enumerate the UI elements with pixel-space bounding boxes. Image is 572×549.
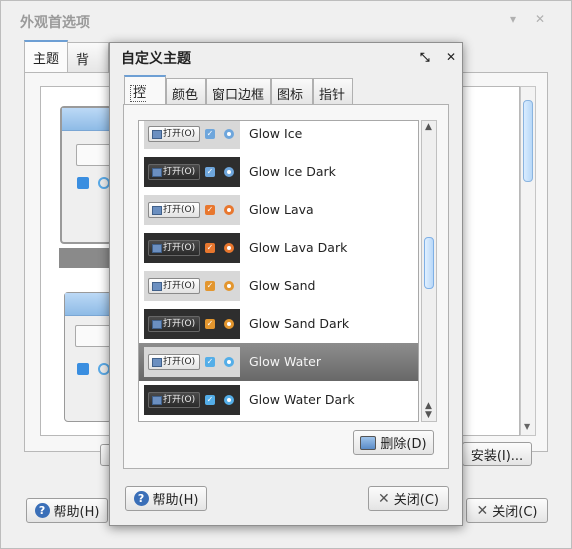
sample-open-button: 打开(O) xyxy=(148,126,200,142)
radio-icon xyxy=(224,319,234,329)
theme-row[interactable]: 打开(O) ✓ Glow Ice Dark xyxy=(139,153,418,191)
checkbox-icon: ✓ xyxy=(205,319,215,329)
sample-open-button: 打开(O) xyxy=(148,202,200,218)
scroll-down-icon[interactable]: ▼ xyxy=(425,411,432,420)
tab-colors[interactable]: 颜色 xyxy=(166,78,206,105)
theme-name: Glow Sand Dark xyxy=(249,316,350,331)
preview-titlebar xyxy=(65,293,111,316)
theme-row[interactable]: 打开(O) ✓ Glow Ice xyxy=(139,121,418,153)
selection-highlight xyxy=(59,248,111,268)
theme-swatch: 打开(O) ✓ xyxy=(144,121,240,149)
delete-button[interactable]: 删除(D) xyxy=(353,430,434,455)
checkbox-icon: ✓ xyxy=(205,129,215,139)
tab-theme[interactable]: 主题 xyxy=(24,40,68,72)
controls-theme-list[interactable]: 打开(O) ✓ Glow Ice 打开(O) ✓ Glow Ice Dark 打开(O) ✓ G… xyxy=(138,120,419,422)
sample-open-button: 打开(O) xyxy=(148,392,200,408)
radio-icon xyxy=(224,281,234,291)
theme-name: Glow Ice Dark xyxy=(249,164,336,179)
close-button[interactable]: ✕ 关闭(C) xyxy=(466,498,548,523)
minimize-icon[interactable]: ▾ xyxy=(510,12,524,26)
close-icon: ✕ xyxy=(378,490,390,507)
theme-swatch: 打开(O) ✓ xyxy=(144,157,240,187)
sample-open-button: 打开(O) xyxy=(148,316,200,332)
checkbox-icon: ✓ xyxy=(205,357,215,367)
theme-swatch: 打开(O) ✓ xyxy=(144,233,240,263)
theme-row[interactable]: 打开(O) ✓ Glow Water Dark xyxy=(139,381,418,419)
sample-open-button: 打开(O) xyxy=(148,354,200,370)
radio-icon xyxy=(224,395,234,405)
scroll-down-icon[interactable]: ▼ xyxy=(524,422,530,431)
restore-icon[interactable]: ⤡ xyxy=(420,50,430,65)
list-scrollbar-thumb[interactable] xyxy=(424,237,434,289)
preview-titlebar xyxy=(62,108,110,131)
close-icon[interactable]: ✕ xyxy=(535,12,549,26)
radio-icon xyxy=(224,129,234,139)
radio-icon xyxy=(224,167,234,177)
install-button[interactable]: 安装(I)... xyxy=(462,442,532,466)
checkbox-icon: ✓ xyxy=(205,167,215,177)
checkbox-icon xyxy=(77,177,89,189)
dialog-close-button[interactable]: ✕ 关闭(C) xyxy=(368,486,449,511)
theme-preview-card[interactable] xyxy=(64,292,115,422)
checkbox-icon: ✓ xyxy=(205,281,215,291)
theme-swatch: 打开(O) ✓ xyxy=(144,271,240,301)
radio-icon xyxy=(224,357,234,367)
checkbox-icon: ✓ xyxy=(205,243,215,253)
checkbox-icon: ✓ xyxy=(205,205,215,215)
tab-icons[interactable]: 图标 xyxy=(271,78,313,105)
scrollbar-thumb[interactable] xyxy=(523,100,533,182)
close-icon[interactable]: ✕ xyxy=(446,50,456,64)
theme-row[interactable]: 打开(O) ✓ Glow Lava Dark xyxy=(139,229,418,267)
tab-pointer[interactable]: 指针 xyxy=(313,78,353,105)
theme-name: Glow Water xyxy=(249,354,321,369)
radio-icon xyxy=(224,243,234,253)
theme-swatch: 打开(O) ✓ xyxy=(144,195,240,225)
theme-swatch: 打开(O) ✓ xyxy=(144,309,240,339)
theme-name: Glow Sand xyxy=(249,278,316,293)
theme-row[interactable]: 打开(O) ✓ Glow Sand Dark xyxy=(139,305,418,343)
theme-row[interactable]: 打开(O) ✓ Glow Lava xyxy=(139,191,418,229)
theme-swatch: 打开(O) ✓ xyxy=(144,347,240,377)
dialog-title: 自定义主题 xyxy=(121,51,191,67)
scroll-up-icon[interactable]: ▲ xyxy=(425,123,432,132)
radio-icon xyxy=(224,205,234,215)
tab-background[interactable]: 背景 xyxy=(67,42,109,87)
close-icon: ✕ xyxy=(476,502,489,519)
theme-swatch: 打开(O) ✓ xyxy=(144,385,240,415)
theme-name: Glow Lava Dark xyxy=(249,240,348,255)
sample-open-button: 打开(O) xyxy=(148,278,200,294)
help-button[interactable]: ? 帮助(H) xyxy=(26,498,108,523)
sample-open-button: 打开(O) xyxy=(148,164,200,180)
checkbox-icon xyxy=(77,363,89,375)
theme-row[interactable]: 打开(O) ✓ Glow Sand xyxy=(139,267,418,305)
help-icon: ? xyxy=(133,491,149,506)
theme-row[interactable]: 打开(O) ✓ Glow Water xyxy=(139,343,418,381)
window-title: 外观首选项 xyxy=(20,15,90,31)
shredder-icon xyxy=(360,435,377,450)
dialog-help-button[interactable]: ? 帮助(H) xyxy=(125,486,207,511)
theme-preview-card[interactable] xyxy=(60,106,116,244)
theme-name: Glow Water Dark xyxy=(249,392,355,407)
checkbox-icon: ✓ xyxy=(205,395,215,405)
theme-name: Glow Ice xyxy=(249,126,303,141)
theme-name: Glow Lava xyxy=(249,202,314,217)
tab-window-border[interactable]: 窗口边框 xyxy=(206,78,271,105)
help-icon: ? xyxy=(34,503,50,518)
tab-controls[interactable]: 控件 xyxy=(124,75,166,121)
sample-open-button: 打开(O) xyxy=(148,240,200,256)
